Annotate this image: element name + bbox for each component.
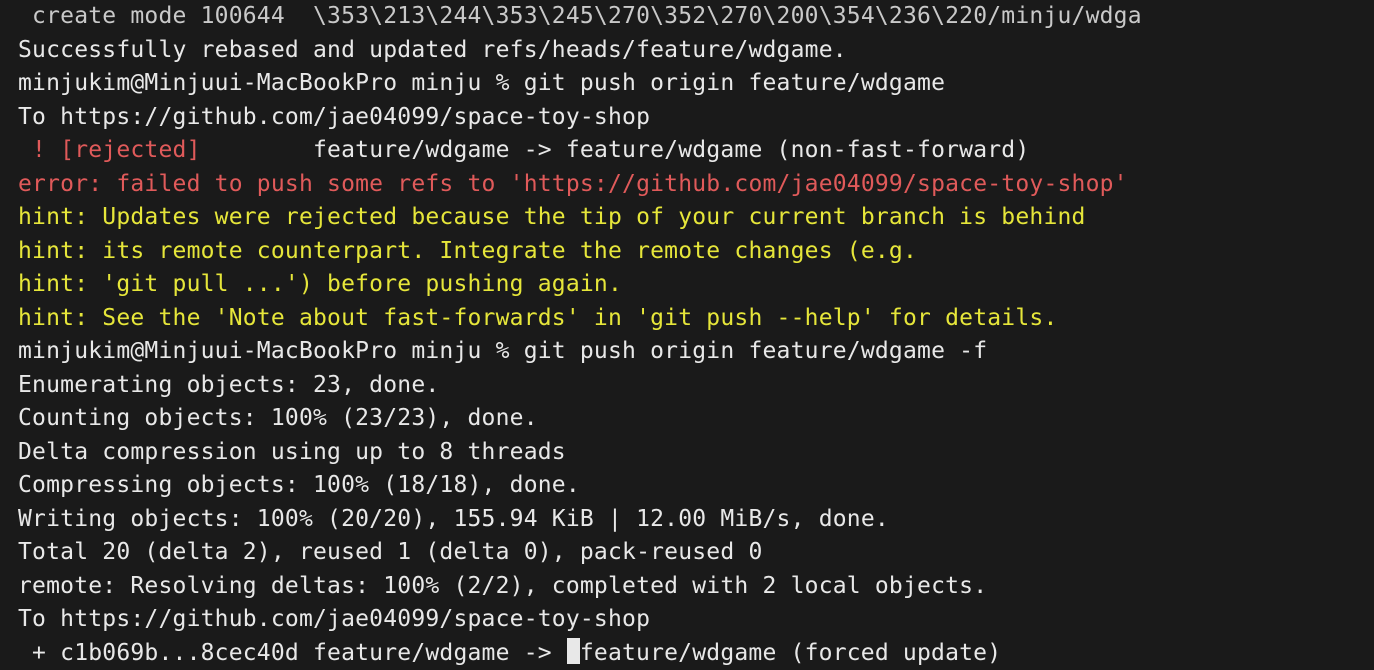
terminal-line: Total 20 (delta 2), reused 1 (delta 0), … bbox=[18, 536, 1374, 570]
terminal-line: Enumerating objects: 23, done. bbox=[18, 369, 1374, 403]
terminal-text: Counting objects: 100% (23/23), done. bbox=[18, 405, 538, 431]
terminal-text: hint: 'git pull ...') before pushing aga… bbox=[18, 271, 622, 297]
terminal-text: Compressing objects: 100% (18/18), done. bbox=[18, 472, 580, 498]
terminal-line: hint: 'git pull ...') before pushing aga… bbox=[18, 268, 1374, 302]
terminal-line: Successfully rebased and updated refs/he… bbox=[18, 34, 1374, 68]
terminal-line: hint: See the 'Note about fast-forwards'… bbox=[18, 302, 1374, 336]
terminal-line: + c1b069b...8cec40d feature/wdgame -> fe… bbox=[18, 637, 1374, 670]
terminal-line: error: failed to push some refs to 'http… bbox=[18, 168, 1374, 202]
terminal-text: hint: See the 'Note about fast-forwards'… bbox=[18, 305, 1058, 331]
terminal-line: create mode 100644 \353\213\244\353\245\… bbox=[18, 0, 1374, 34]
terminal-output[interactable]: create mode 100644 \353\213\244\353\245\… bbox=[0, 0, 1374, 670]
terminal-text: hint: Updates were rejected because the … bbox=[18, 204, 1086, 230]
terminal-text: Total 20 (delta 2), reused 1 (delta 0), … bbox=[18, 539, 763, 565]
terminal-line: minjukim@Minjuui-MacBookPro minju % git … bbox=[18, 67, 1374, 101]
terminal-text: Delta compression using up to 8 threads bbox=[18, 439, 566, 465]
terminal-line: ! [rejected] feature/wdgame -> feature/w… bbox=[18, 134, 1374, 168]
cursor-icon bbox=[567, 638, 580, 664]
terminal-line: Writing objects: 100% (20/20), 155.94 Ki… bbox=[18, 503, 1374, 537]
terminal-text: minjukim@Minjuui-MacBookPro minju % git … bbox=[18, 70, 945, 96]
terminal-text: create mode 100644 \353\213\244\353\245\… bbox=[18, 3, 1142, 29]
terminal-text: feature/wdgame (forced update) bbox=[580, 640, 1001, 666]
terminal-text: To https://github.com/jae04099/space-toy… bbox=[18, 104, 650, 130]
terminal-line: Delta compression using up to 8 threads bbox=[18, 436, 1374, 470]
terminal-text: + c1b069b...8cec40d feature/wdgame -> bbox=[18, 640, 566, 666]
terminal-line: Counting objects: 100% (23/23), done. bbox=[18, 402, 1374, 436]
terminal-text: ! [rejected] bbox=[18, 137, 313, 163]
terminal-text: feature/wdgame -> feature/wdgame (non-fa… bbox=[313, 137, 1029, 163]
terminal-line: hint: its remote counterpart. Integrate … bbox=[18, 235, 1374, 269]
terminal-line: Compressing objects: 100% (18/18), done. bbox=[18, 469, 1374, 503]
terminal-text: To https://github.com/jae04099/space-toy… bbox=[18, 606, 650, 632]
terminal-text: Enumerating objects: 23, done. bbox=[18, 372, 439, 398]
terminal-line: remote: Resolving deltas: 100% (2/2), co… bbox=[18, 570, 1374, 604]
terminal-line: To https://github.com/jae04099/space-toy… bbox=[18, 603, 1374, 637]
terminal-line: To https://github.com/jae04099/space-toy… bbox=[18, 101, 1374, 135]
terminal-text: Successfully rebased and updated refs/he… bbox=[18, 37, 847, 63]
terminal-text: error: failed to push some refs to 'http… bbox=[18, 171, 1128, 197]
terminal-line: hint: Updates were rejected because the … bbox=[18, 201, 1374, 235]
terminal-text: hint: its remote counterpart. Integrate … bbox=[18, 238, 917, 264]
terminal-text: Writing objects: 100% (20/20), 155.94 Ki… bbox=[18, 506, 889, 532]
terminal-text: remote: Resolving deltas: 100% (2/2), co… bbox=[18, 573, 987, 599]
terminal-line: minjukim@Minjuui-MacBookPro minju % git … bbox=[18, 335, 1374, 369]
terminal-text: minjukim@Minjuui-MacBookPro minju % git … bbox=[18, 338, 987, 364]
